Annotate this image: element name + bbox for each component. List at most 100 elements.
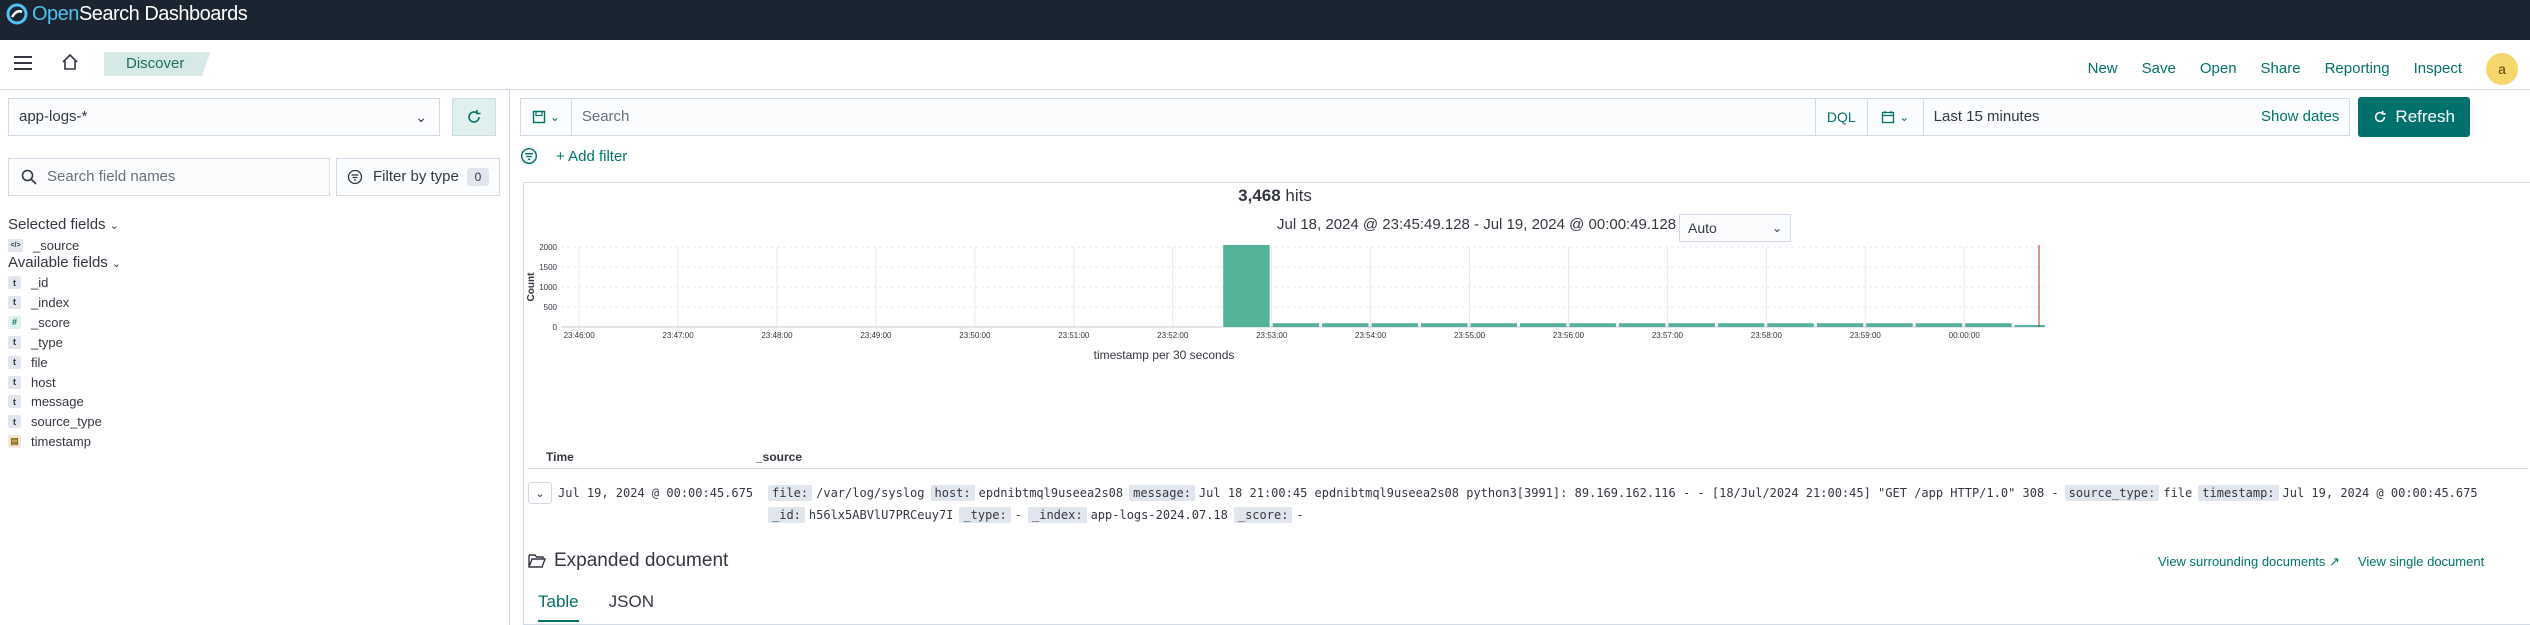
source-value: h56lx5ABVlU7PRCeuy7I <box>808 508 954 522</box>
histogram-bar <box>1816 323 1864 327</box>
histogram-bar <box>1767 323 1814 327</box>
query-language-button[interactable]: DQL <box>1814 99 1867 135</box>
document-tabs: Table JSON <box>538 592 654 622</box>
new-button[interactable]: New <box>2088 57 2118 81</box>
histogram-bar <box>1618 323 1666 327</box>
external-link-icon: ↗ <box>2329 554 2340 569</box>
y-axis-title: Count <box>526 272 537 302</box>
field-name: file <box>31 354 48 370</box>
open-button[interactable]: Open <box>2200 57 2237 81</box>
view-surrounding-documents-link[interactable]: View surrounding documents ↗ <box>2158 554 2340 570</box>
column-header-source[interactable]: _source <box>756 450 802 464</box>
interval-select[interactable]: Auto ⌄ <box>1679 214 1791 242</box>
view-single-document-link[interactable]: View single document <box>2358 554 2484 570</box>
field-name: _id <box>31 275 49 290</box>
histogram-bar <box>1965 323 2012 327</box>
histogram-bar <box>1915 323 1963 327</box>
column-header-time[interactable]: Time <box>546 450 574 464</box>
tab-json[interactable]: JSON <box>609 592 654 622</box>
x-tick-label: 23:50:00 <box>959 331 991 340</box>
histogram-bar <box>1272 323 1320 327</box>
available-field-timestamp[interactable]: ▤ timestamp <box>8 434 91 449</box>
hit-count-label: hits <box>1285 186 1312 205</box>
expanded-document-header: Expanded document <box>528 550 728 572</box>
filter-options-icon[interactable] <box>520 147 538 165</box>
available-field-id[interactable]: t _id <box>8 275 48 290</box>
field-name: _type <box>31 334 63 350</box>
chevron-down-icon: ⌄ <box>109 220 119 232</box>
x-tick-label: 23:58:00 <box>1751 331 1783 340</box>
filter-by-type-label: Filter by type <box>373 168 459 185</box>
source-key: source_type: <box>2064 485 2160 501</box>
selected-field-source[interactable]: </> _source <box>8 238 79 253</box>
source-key: _score: <box>1233 507 1293 523</box>
calendar-icon <box>1882 111 1895 124</box>
field-name: _source <box>33 238 80 253</box>
hit-count: 3,468 hits <box>520 186 2030 206</box>
field-search-input[interactable]: Search field names <box>8 158 330 196</box>
add-filter-button[interactable]: + Add filter <box>556 148 627 165</box>
filter-by-type-button[interactable]: Filter by type 0 <box>336 158 500 196</box>
x-tick-label: 23:47:00 <box>663 331 695 340</box>
share-button[interactable]: Share <box>2261 57 2301 81</box>
available-field-file[interactable]: t file <box>8 355 48 370</box>
available-field-index[interactable]: t _index <box>8 295 69 310</box>
row-timestamp: Jul 19, 2024 @ 00:00:45.675 <box>558 486 754 500</box>
home-icon[interactable] <box>60 52 80 72</box>
histogram-bar <box>1520 323 1567 327</box>
source-type-icon: </> <box>8 239 23 252</box>
saved-queries-button[interactable]: ⌄ <box>520 98 572 136</box>
x-tick-label: 23:53:00 <box>1256 331 1288 340</box>
available-field-type[interactable]: t _type <box>8 335 63 350</box>
source-line-1: file:/var/log/syslog host: epdnibtmql9usee… <box>768 485 2484 501</box>
filter-icon <box>347 169 363 185</box>
hit-count-value: 3,468 <box>1238 186 1281 205</box>
available-field-score[interactable]: # _score <box>8 315 70 330</box>
field-name: _index <box>31 294 70 310</box>
avatar[interactable]: a <box>2486 53 2518 85</box>
document-links: View surrounding documents ↗ View single… <box>2158 554 2484 570</box>
menu-icon[interactable] <box>14 56 32 72</box>
expand-row-toggle[interactable]: ⌄ <box>528 482 552 504</box>
breadcrumb[interactable]: Discover <box>104 52 211 76</box>
string-type-icon: t <box>8 375 21 389</box>
source-value: app-logs-2024.07.18 <box>1090 508 1228 522</box>
search-icon <box>21 169 37 185</box>
app-logo[interactable]: OpenSearch Dashboards <box>6 2 248 26</box>
string-type-icon: t <box>8 415 21 429</box>
refresh-button[interactable]: Refresh <box>2358 97 2471 137</box>
histogram-bar <box>1421 323 1468 327</box>
histogram-bar <box>1717 323 1765 327</box>
source-value: epdnibtmql9useea2s08 <box>978 486 1124 500</box>
index-pattern-select[interactable]: app-logs-* ⌄ <box>8 98 440 136</box>
field-name: message <box>31 394 84 410</box>
date-range-display[interactable]: Last 15 minutes Show dates <box>1923 98 2351 136</box>
query-input[interactable]: Search DQL <box>571 98 1868 136</box>
y-tick-label: 0 <box>553 323 558 332</box>
x-tick-label: 23:48:00 <box>761 331 793 340</box>
field-name: _score <box>31 314 71 330</box>
header-bar: OpenSearch Dashboards <box>0 0 2530 40</box>
available-field-message[interactable]: t message <box>8 394 84 409</box>
available-fields-header[interactable]: Available fields ⌄ <box>8 254 121 271</box>
field-search-placeholder: Search field names <box>47 168 176 185</box>
reporting-button[interactable]: Reporting <box>2325 57 2390 81</box>
refresh-index-button[interactable] <box>452 98 496 136</box>
filter-count-badge: 0 <box>467 168 489 186</box>
quick-date-menu[interactable]: ⌄ <box>1867 98 1924 136</box>
available-field-host[interactable]: t host <box>8 375 56 390</box>
source-key: file: <box>768 485 813 501</box>
available-fields-title: Available fields <box>8 254 108 271</box>
expanded-document-title: Expanded document <box>554 550 729 571</box>
string-type-icon: t <box>8 276 21 289</box>
show-dates-button[interactable]: Show dates <box>2261 99 2339 135</box>
inspect-button[interactable]: Inspect <box>2414 57 2462 81</box>
tab-table[interactable]: Table <box>538 592 579 622</box>
save-button[interactable]: Save <box>2142 57 2176 81</box>
available-field-source-type[interactable]: t source_type <box>8 414 102 429</box>
field-name: host <box>31 374 56 390</box>
source-value: Jul 19, 2024 @ 00:00:45.675 <box>2282 486 2478 500</box>
source-value: file <box>2163 486 2193 500</box>
selected-fields-header[interactable]: Selected fields ⌄ <box>8 216 119 233</box>
field-name: source_type <box>31 414 102 430</box>
